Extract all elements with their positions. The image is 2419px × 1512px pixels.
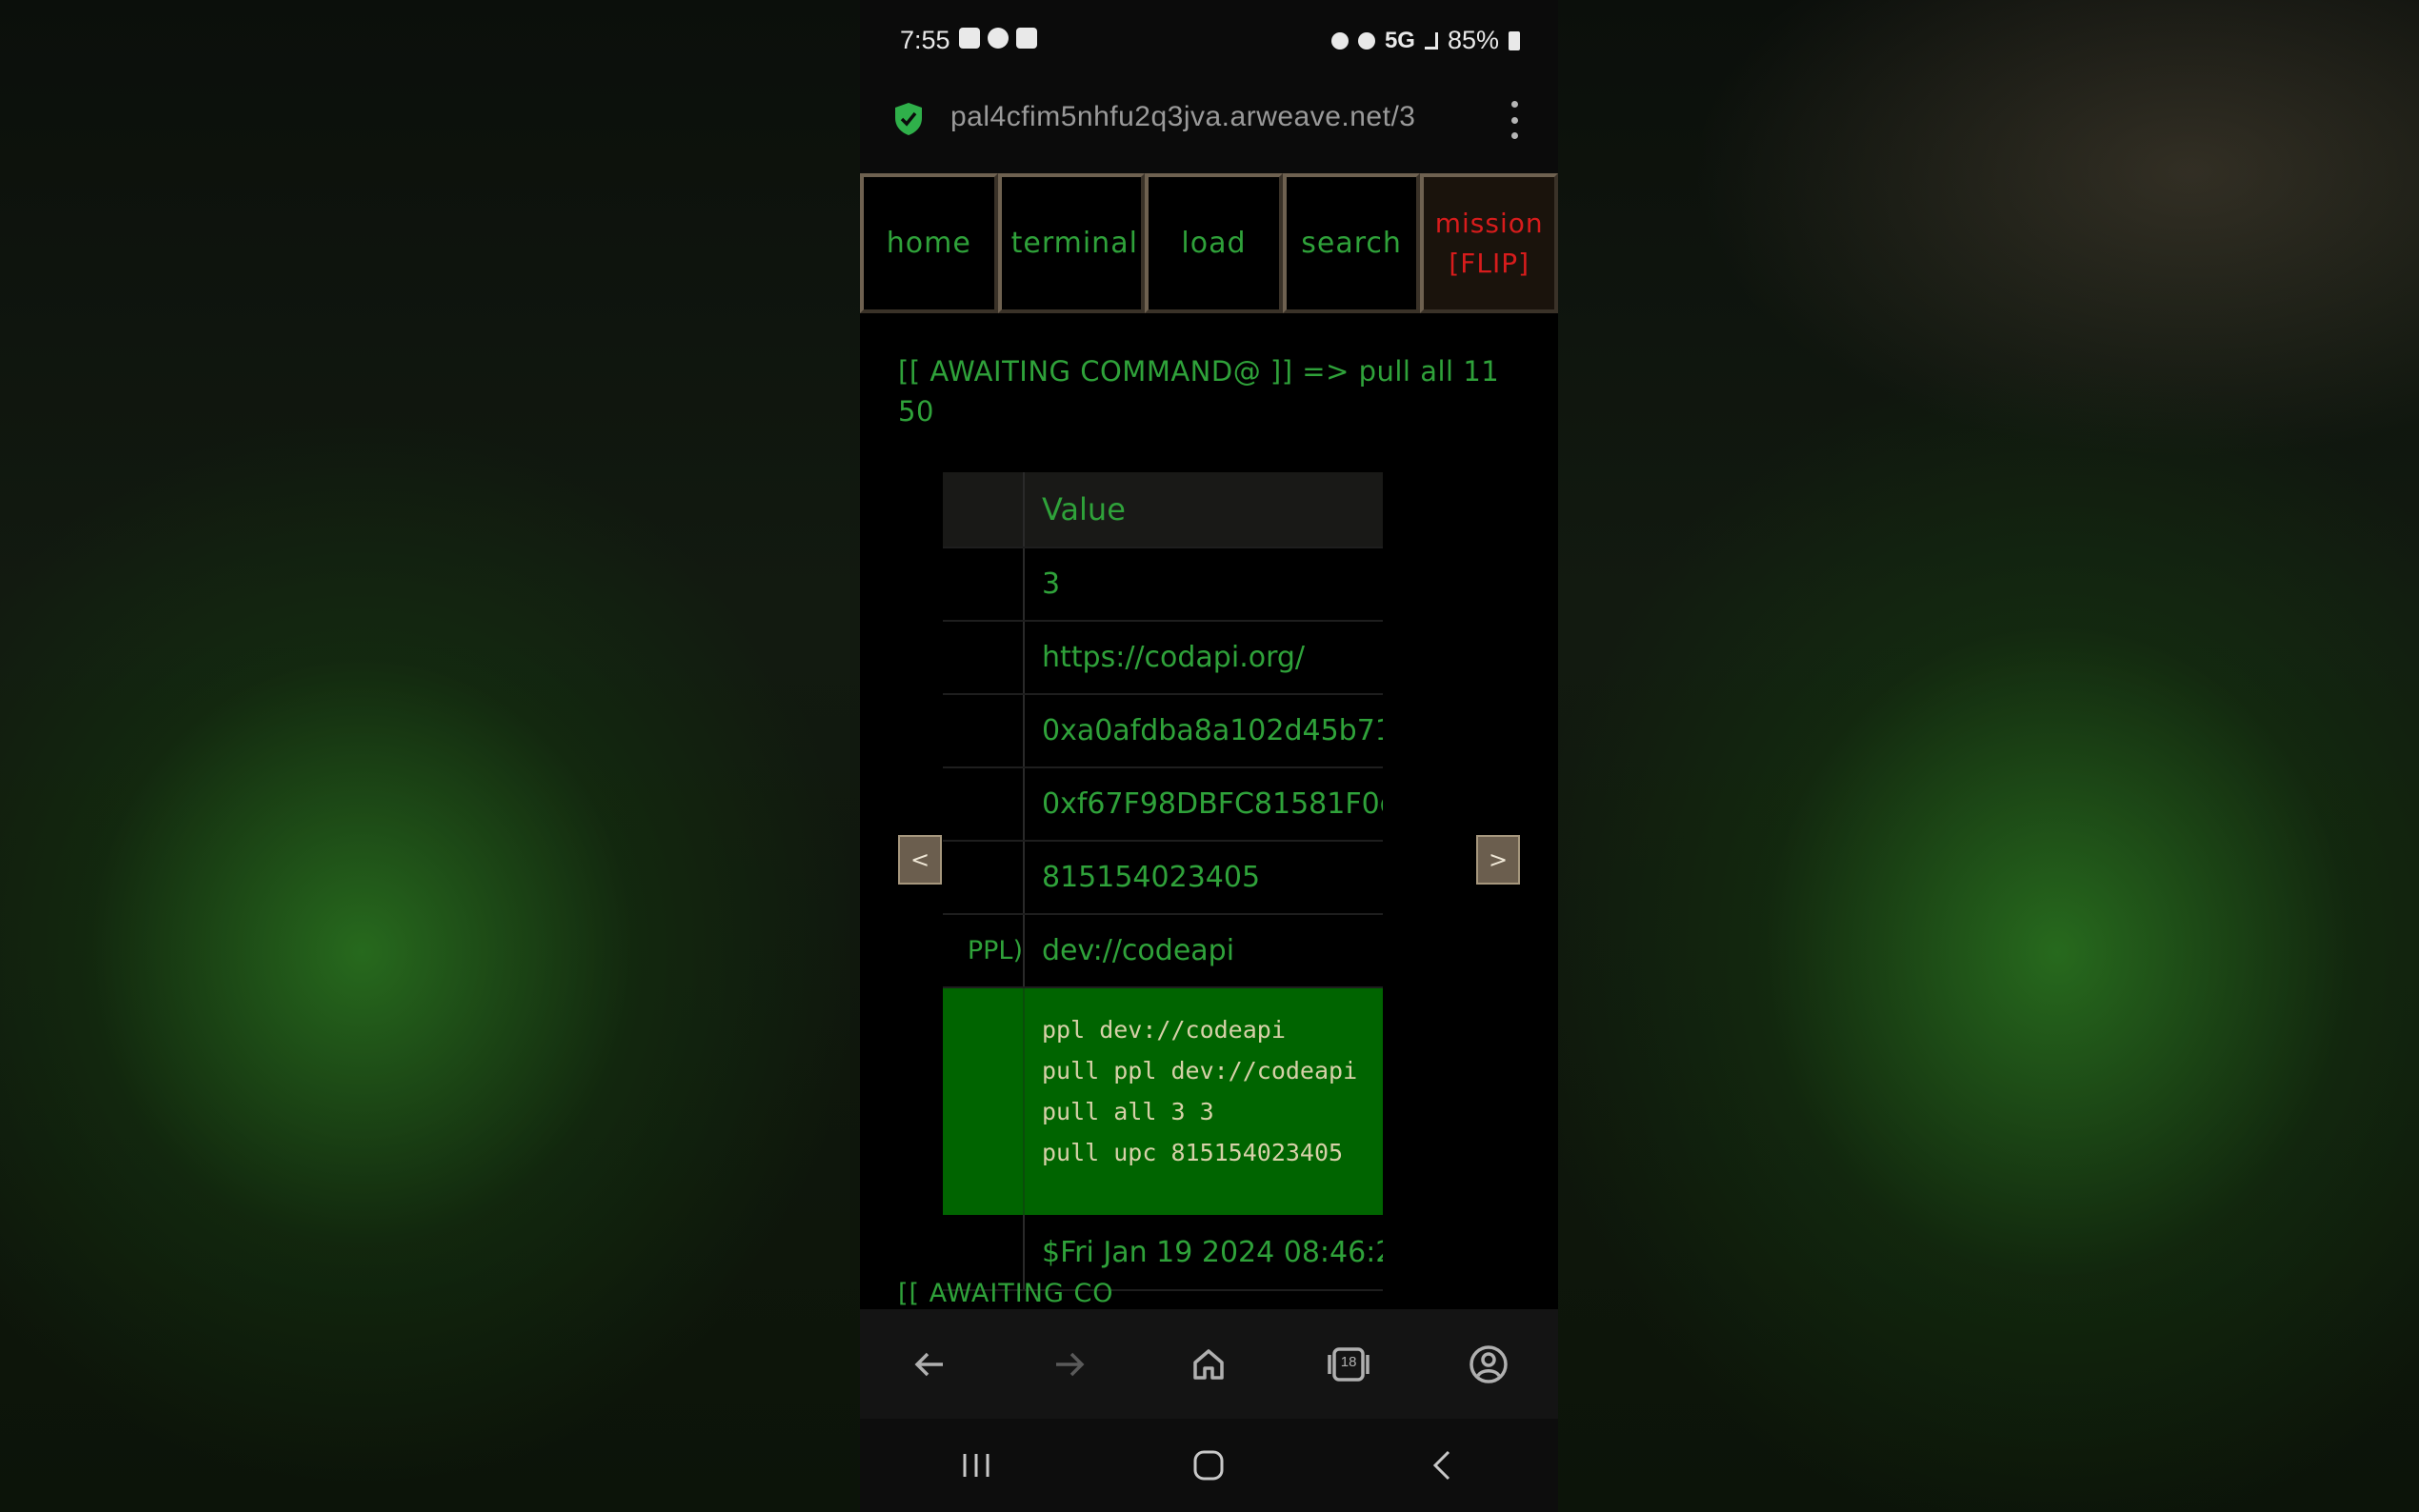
- phone-screen: 7:55 5G 85% pal4cfim5nhfu2q3jva.arweave.…: [860, 0, 1558, 1512]
- browser-toolbar: 18: [860, 1309, 1558, 1419]
- tabs-count: 18: [1340, 1353, 1357, 1370]
- notes-cell: ppl dev://codeapi pull ppl dev://codeapi…: [1025, 988, 1383, 1215]
- tab-terminal[interactable]: terminal: [997, 173, 1146, 313]
- tab-load[interactable]: load: [1145, 173, 1283, 313]
- gallery-icon: [1016, 28, 1037, 49]
- row-value: 3: [1042, 567, 1061, 601]
- table-row: 3: [943, 548, 1383, 622]
- account-button[interactable]: [1455, 1331, 1522, 1398]
- system-back-button[interactable]: [1409, 1437, 1475, 1494]
- table-row: 0xa0afdba8a102d45b7130: [943, 695, 1383, 768]
- account-icon: [1469, 1344, 1508, 1383]
- row-key: [943, 622, 1025, 693]
- status-bar: 7:55 5G 85%: [860, 0, 1558, 82]
- row-key: [943, 988, 1025, 1215]
- row-value: 815154023405: [1042, 861, 1261, 894]
- network-type: 5G: [1384, 27, 1415, 53]
- more-menu-icon[interactable]: [1509, 101, 1520, 139]
- table-row-notes: ppl dev://codeapi pull ppl dev://codeapi…: [943, 988, 1383, 1215]
- tab-search[interactable]: search: [1282, 173, 1421, 313]
- tab-home[interactable]: home: [860, 173, 998, 313]
- row-key: PPL): [943, 915, 1025, 986]
- row-value: 0xa0afdba8a102d45b7130: [1042, 714, 1383, 747]
- row-value: 0xf67F98DBFC81581F0d2: [1042, 787, 1383, 821]
- value-header: Value: [1042, 491, 1126, 527]
- battery-percent: 85%: [1447, 26, 1499, 54]
- tab-mission-flip[interactable]: mission [FLIP]: [1420, 173, 1558, 313]
- alarm-icon: [1330, 31, 1349, 50]
- system-home-icon: [1193, 1450, 1224, 1481]
- status-time: 7:55: [900, 26, 950, 54]
- system-back-icon: [1432, 1450, 1449, 1481]
- back-button[interactable]: [896, 1331, 963, 1398]
- secure-shield-icon[interactable]: [892, 101, 925, 137]
- table-row: PPL) dev://codeapi: [943, 915, 1383, 988]
- table-row: https://codapi.org/: [943, 622, 1383, 695]
- recents-icon: [963, 1454, 990, 1477]
- table-row: 0xf67F98DBFC81581F0d2: [943, 768, 1383, 842]
- home-button[interactable]: [1175, 1331, 1242, 1398]
- signal-icon: [1424, 31, 1438, 50]
- command-prompt: [[ AWAITING COMMAND@ ]] => pull all 11 5…: [898, 355, 1500, 428]
- forward-arrow-icon: [1055, 1352, 1085, 1376]
- row-value: dev://codeapi: [1042, 934, 1235, 967]
- row-key: [943, 548, 1025, 620]
- notification-icons: [959, 28, 1037, 49]
- youtube-icon: [959, 28, 980, 49]
- opera-icon: [988, 28, 1009, 49]
- url-bar[interactable]: pal4cfim5nhfu2q3jva.arweave.net/3: [860, 82, 1558, 173]
- terminal-content: [[ AWAITING COMMAND@ ]] => pull all 11 5…: [860, 315, 1558, 1309]
- back-arrow-icon: [914, 1352, 944, 1376]
- system-home-button[interactable]: [1175, 1437, 1242, 1494]
- table-header-row: Value: [943, 472, 1383, 548]
- url-text[interactable]: pal4cfim5nhfu2q3jva.arweave.net/3: [950, 101, 1469, 139]
- scroll-left-button[interactable]: <: [898, 835, 942, 885]
- table-row: 815154023405: [943, 842, 1383, 915]
- row-key: [943, 842, 1025, 913]
- status-right: 5G 85%: [1330, 26, 1520, 55]
- key-header: [943, 472, 1025, 547]
- hotspot-icon: [1357, 31, 1375, 50]
- row-value-link[interactable]: https://codapi.org/: [1025, 622, 1383, 693]
- row-key: [943, 768, 1025, 840]
- tabs-button[interactable]: 18: [1315, 1331, 1382, 1398]
- next-prompt-peek: [[ AWAITING CO: [898, 1279, 1114, 1308]
- result-table: Value 3 https://codapi.org/ 0xa0afdba8a1…: [943, 472, 1383, 1291]
- recents-button[interactable]: [943, 1437, 1010, 1494]
- forward-button[interactable]: [1036, 1331, 1103, 1398]
- battery-icon: [1509, 30, 1520, 50]
- scroll-right-button[interactable]: >: [1476, 835, 1520, 885]
- home-icon: [1193, 1348, 1225, 1380]
- notes-text: ppl dev://codeapi pull ppl dev://codeapi…: [1042, 1016, 1358, 1166]
- row-key: [943, 695, 1025, 766]
- system-navbar: [860, 1419, 1558, 1512]
- site-nav-tabs: home terminal load search mission [FLIP]: [860, 173, 1558, 313]
